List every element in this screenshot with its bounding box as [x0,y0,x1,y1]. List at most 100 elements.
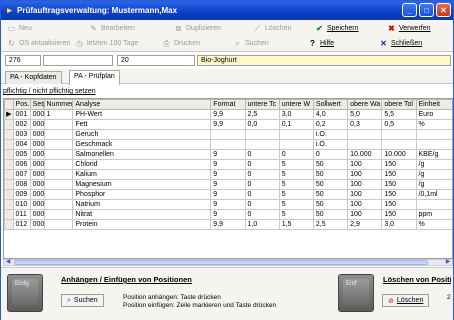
table-cell[interactable]: 5 [278,189,314,200]
table-cell[interactable]: Euro [415,109,452,120]
table-cell[interactable]: 000 29 [29,119,45,130]
row-header[interactable] [4,119,14,130]
table-cell[interactable]: Salmonellen [72,149,212,160]
table-cell[interactable]: 5 [278,199,314,210]
row-header[interactable] [4,199,14,210]
table-cell[interactable]: 010 [12,199,31,210]
table-cell[interactable]: 000 47 [29,219,45,230]
table-cell[interactable]: 50 [312,209,349,220]
table-cell[interactable]: 9 [210,149,246,160]
table-cell[interactable]: 0 [244,209,280,220]
table-cell[interactable]: Chlorid [72,159,212,170]
table-cell[interactable]: i.O. [312,129,349,140]
row-header[interactable] [4,139,14,150]
scrollbar-thumb[interactable] [14,260,428,265]
table-cell[interactable]: 50 [312,179,349,190]
table-row[interactable]: 005000 16Salmonellen900010.00010.000KBE/… [4,149,452,160]
table-cell[interactable]: 0 [244,179,280,190]
table-cell[interactable]: 5 [278,169,314,180]
tab-kopfdaten[interactable]: PA - Kopfdaten [5,71,62,84]
table-cell[interactable]: 000 33 [29,129,45,140]
table-cell[interactable]: 005 [12,149,31,160]
table-cell[interactable]: 50 [312,199,349,210]
table-cell[interactable]: 011 [12,209,31,220]
table-cell[interactable]: 000 46 [29,189,45,200]
table-row[interactable]: 002000 29 Fett9,90,00,10,20,30,5% [4,119,452,130]
table-cell[interactable]: 9 [210,169,246,180]
table-cell[interactable] [210,139,246,150]
minimize-button[interactable]: _ [402,3,417,17]
table-cell[interactable] [381,139,417,150]
row-header[interactable] [4,219,14,230]
table-cell[interactable]: PH-Wert [72,109,212,120]
table-cell[interactable] [244,139,280,150]
table-cell[interactable]: Kalium [72,169,212,180]
refresh-os-button[interactable]: ↻ OS aktualisieren [7,37,70,50]
scroll-right-icon[interactable]: ▶ [444,259,452,266]
table-cell[interactable]: /0,1ml [415,189,452,200]
table-cell[interactable]: 007 [12,169,31,180]
table-row[interactable]: 010000 41 Natrium90550100150 [4,199,452,210]
table-cell[interactable] [43,169,74,180]
table-cell[interactable]: 50 [312,189,349,200]
table-cell[interactable]: Geruch [72,129,212,140]
table-cell[interactable]: % [415,119,452,130]
table-cell[interactable]: Geschmack [72,139,212,150]
table-cell[interactable]: ppm [415,209,452,220]
row-header[interactable] [4,149,14,160]
table-cell[interactable]: 0 [244,149,280,160]
table-row[interactable]: 004000 35 Geschmack i.O. [4,139,452,150]
table-cell[interactable] [43,209,74,220]
table-cell[interactable]: 9 [210,159,246,170]
table-cell[interactable] [43,199,74,210]
table-cell[interactable]: i.O. [312,139,349,150]
table-cell[interactable] [43,119,74,130]
last-100-days-button[interactable]: ◷ letzten 100 Tage [75,37,138,50]
table-cell[interactable]: 0,0 [244,119,280,130]
table-cell[interactable]: 150 [381,209,417,220]
table-cell[interactable]: 50 [312,159,349,170]
table-cell[interactable]: Fett [72,119,212,130]
table-row[interactable]: ▶001000 11PH-Wert9,92,53,04,05,05,5Euro [4,109,452,120]
delete-position-button[interactable]: ⊘ Löschen [382,294,430,307]
table-cell[interactable]: 150 [381,159,417,170]
table-cell[interactable]: /g [415,179,452,190]
table-cell[interactable]: 1,5 [278,219,314,230]
table-cell[interactable]: 009 [12,189,31,200]
table-cell[interactable] [43,159,74,170]
table-cell[interactable]: 9 [210,189,246,200]
table-cell[interactable]: 000 16 [29,149,45,160]
table-cell[interactable]: 50 [312,169,349,180]
table-cell[interactable]: 5 [278,159,314,170]
current-row-indicator[interactable]: ▶ [4,109,14,120]
col-header[interactable]: untere W [278,99,314,110]
table-cell[interactable]: 0,5 [381,119,417,130]
table-cell[interactable]: 0 [244,189,280,200]
table-cell[interactable]: 000 37 [29,169,45,180]
col-header[interactable]: Einheit [415,99,452,110]
table-cell[interactable]: 9 [210,209,246,220]
table-row[interactable]: 009000 46 Phosphor90550100150/0,1ml [4,189,452,200]
col-header[interactable]: Format [210,99,246,110]
table-cell[interactable]: 9 [210,179,246,190]
table-cell[interactable]: 008 [12,179,31,190]
table-cell[interactable]: 0 [312,149,349,160]
table-cell[interactable] [210,129,246,140]
table-cell[interactable]: /g [415,159,452,170]
col-header[interactable]: obere Wa [347,99,383,110]
table-cell[interactable]: 2,5 [244,109,280,120]
table-cell[interactable]: 100 [347,169,383,180]
table-cell[interactable]: 3,0 [278,109,314,120]
table-row[interactable]: 003000 33 Geruch i.O. [4,129,452,140]
table-cell[interactable]: Magnesium [72,179,212,190]
table-cell[interactable]: Nitrat [72,209,212,220]
table-cell[interactable]: /g [415,169,452,180]
table-cell[interactable]: 2,5 [312,219,349,230]
table-cell[interactable]: 000 39 [29,179,45,190]
secondary-field[interactable] [43,55,113,66]
table-cell[interactable]: 150 [381,189,417,200]
table-cell[interactable]: Natrium [72,199,212,210]
table-cell[interactable]: 5,5 [381,109,417,120]
table-cell[interactable]: 100 [347,199,383,210]
table-cell[interactable]: 000 52 [29,159,45,170]
